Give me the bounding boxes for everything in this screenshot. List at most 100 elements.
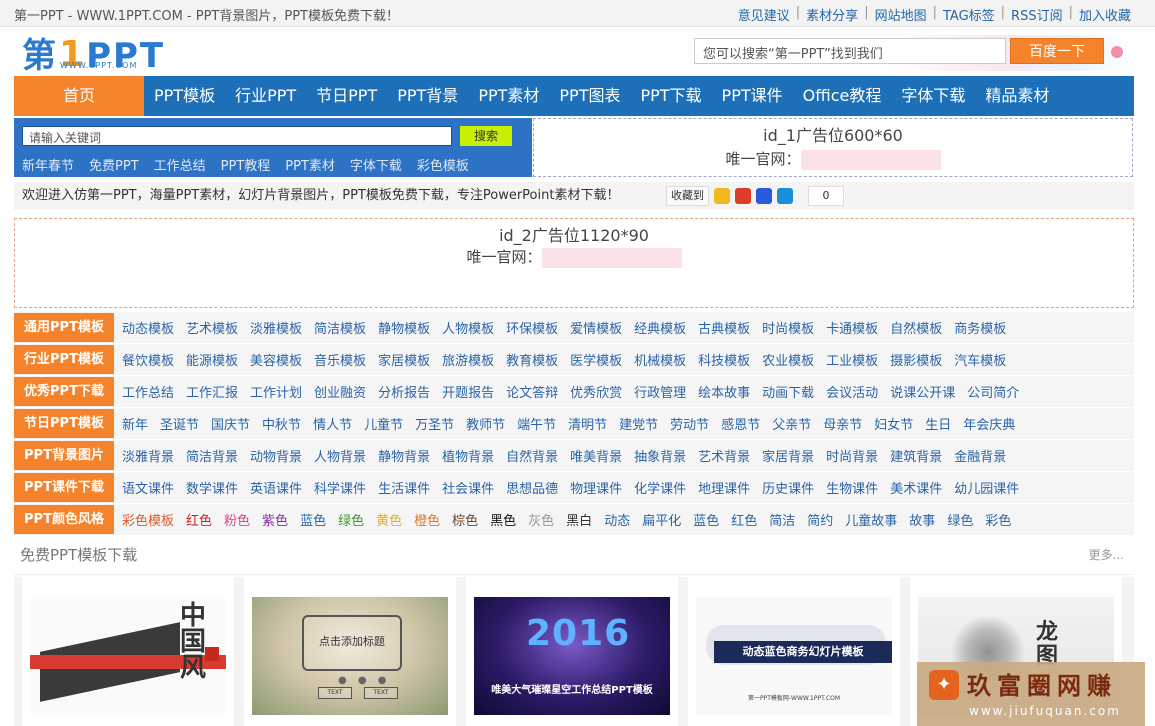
category-link[interactable]: 淡雅模板 <box>250 318 302 337</box>
category-label[interactable]: PPT课件下载 <box>14 473 114 502</box>
category-link[interactable]: 黑白 <box>566 510 592 529</box>
more-link[interactable]: 更多... <box>1089 546 1124 563</box>
category-link[interactable]: 思想品德 <box>506 478 558 497</box>
category-link[interactable]: 艺术背景 <box>698 446 750 465</box>
category-link[interactable]: 自然背景 <box>506 446 558 465</box>
category-link[interactable]: 经典模板 <box>634 318 686 337</box>
category-link[interactable]: 灰色 <box>528 510 554 529</box>
category-link[interactable]: 绿色 <box>338 510 364 529</box>
category-link[interactable]: 母亲节 <box>823 414 862 433</box>
nav-ppt-templates[interactable]: PPT模板 <box>144 76 225 116</box>
category-link[interactable]: 分析报告 <box>378 382 430 401</box>
hot-keyword[interactable]: 免费PPT <box>89 155 139 174</box>
category-link[interactable]: 地理课件 <box>698 478 750 497</box>
category-link[interactable]: 黑色 <box>490 510 516 529</box>
category-link[interactable]: 优秀欣赏 <box>570 382 622 401</box>
category-link[interactable]: 情人节 <box>313 414 352 433</box>
category-link[interactable]: 工作计划 <box>250 382 302 401</box>
category-link[interactable]: 商务模板 <box>954 318 1006 337</box>
category-link[interactable]: 美术课件 <box>890 478 942 497</box>
site-logo[interactable]: 第 1 PPT WWW.1PPT.COM <box>22 31 165 74</box>
category-link[interactable]: 自然模板 <box>890 318 942 337</box>
category-label[interactable]: 节日PPT模板 <box>14 409 114 438</box>
keyword-input[interactable]: 请输入关键词 <box>22 126 452 146</box>
category-link[interactable]: 淡雅背景 <box>122 446 174 465</box>
thumbnail-image[interactable]: 动态蓝色商务幻灯片模板 第一PPT模板网-WWW.1PPT.COM <box>696 597 892 715</box>
category-link[interactable]: 爱情模板 <box>570 318 622 337</box>
category-link[interactable]: 劳动节 <box>670 414 709 433</box>
category-link[interactable]: 论文答辩 <box>506 382 558 401</box>
category-link[interactable]: 生活课件 <box>378 478 430 497</box>
nav-office-tutorial[interactable]: Office教程 <box>793 76 892 116</box>
category-label[interactable]: 通用PPT模板 <box>14 313 114 342</box>
category-link[interactable]: 化学课件 <box>634 478 686 497</box>
nav-ppt-materials[interactable]: PPT素材 <box>468 76 549 116</box>
category-link[interactable]: 农业模板 <box>762 350 814 369</box>
category-link[interactable]: 能源模板 <box>186 350 238 369</box>
category-link[interactable]: 新年 <box>122 414 148 433</box>
category-link[interactable]: 简洁背景 <box>186 446 238 465</box>
category-link[interactable]: 圣诞节 <box>160 414 199 433</box>
category-link[interactable]: 建党节 <box>619 414 658 433</box>
category-link[interactable]: 时尚模板 <box>762 318 814 337</box>
link-tags[interactable]: TAG标签 <box>943 5 995 24</box>
category-link[interactable]: 行政管理 <box>634 382 686 401</box>
category-link[interactable]: 摄影模板 <box>890 350 942 369</box>
category-link[interactable]: 红色 <box>731 510 757 529</box>
category-link[interactable]: 人物模板 <box>442 318 494 337</box>
category-link[interactable]: 会议活动 <box>826 382 878 401</box>
category-link[interactable]: 艺术模板 <box>186 318 238 337</box>
category-link[interactable]: 医学模板 <box>570 350 622 369</box>
category-link[interactable]: 公司简介 <box>967 382 1019 401</box>
category-link[interactable]: 儿童节 <box>364 414 403 433</box>
category-link[interactable]: 静物模板 <box>378 318 430 337</box>
nav-industry-ppt[interactable]: 行业PPT <box>225 76 306 116</box>
category-link[interactable]: 橙色 <box>414 510 440 529</box>
category-link[interactable]: 语文课件 <box>122 478 174 497</box>
category-link[interactable]: 科技模板 <box>698 350 750 369</box>
category-link[interactable]: 金融背景 <box>954 446 1006 465</box>
category-link[interactable]: 物理课件 <box>570 478 622 497</box>
category-link[interactable]: 动物背景 <box>250 446 302 465</box>
category-link[interactable]: 社会课件 <box>442 478 494 497</box>
category-link[interactable]: 中秋节 <box>262 414 301 433</box>
hot-keyword[interactable]: 彩色模板 <box>417 155 469 174</box>
nav-ppt-backgrounds[interactable]: PPT背景 <box>387 76 468 116</box>
category-link[interactable]: 父亲节 <box>772 414 811 433</box>
qq-share-icon[interactable] <box>777 188 793 204</box>
nav-ppt-download[interactable]: PPT下载 <box>630 76 711 116</box>
category-link[interactable]: 抽象背景 <box>634 446 686 465</box>
category-link[interactable]: 绿色 <box>947 510 973 529</box>
hot-keyword[interactable]: PPT教程 <box>221 155 271 174</box>
nav-home[interactable]: 首页 <box>14 76 144 116</box>
category-link[interactable]: 开题报告 <box>442 382 494 401</box>
category-link[interactable]: 彩色 <box>985 510 1011 529</box>
link-feedback[interactable]: 意见建议 <box>738 5 790 24</box>
category-link[interactable]: 彩色模板 <box>122 510 174 529</box>
category-link[interactable]: 卡通模板 <box>826 318 878 337</box>
category-link[interactable]: 简约 <box>807 510 833 529</box>
category-link[interactable]: 植物背景 <box>442 446 494 465</box>
template-card[interactable]: 动态蓝色商务幻灯片模板 第一PPT模板网-WWW.1PPT.COM <box>688 577 900 726</box>
keyword-search-button[interactable]: 搜索 <box>460 126 512 146</box>
category-label[interactable]: PPT背景图片 <box>14 441 114 470</box>
category-link[interactable]: 扁平化 <box>642 510 681 529</box>
nav-premium-materials[interactable]: 精品素材 <box>975 76 1059 116</box>
ad-slot-1[interactable]: id_1广告位600*60 唯一官网： <box>533 118 1133 177</box>
category-link[interactable]: 教师节 <box>466 414 505 433</box>
thumbnail-image[interactable]: 中国风 <box>30 597 226 715</box>
category-link[interactable]: 黄色 <box>376 510 402 529</box>
category-link[interactable]: 简洁 <box>769 510 795 529</box>
category-link[interactable]: 妇女节 <box>874 414 913 433</box>
category-link[interactable]: 科学课件 <box>314 478 366 497</box>
category-link[interactable]: 蓝色 <box>300 510 326 529</box>
category-label[interactable]: 行业PPT模板 <box>14 345 114 374</box>
category-link[interactable]: 工作总结 <box>122 382 174 401</box>
link-favorite[interactable]: 加入收藏 <box>1079 5 1131 24</box>
category-link[interactable]: 工作汇报 <box>186 382 238 401</box>
category-link[interactable]: 环保模板 <box>506 318 558 337</box>
category-link[interactable]: 创业融资 <box>314 382 366 401</box>
category-label[interactable]: PPT颜色风格 <box>14 505 114 534</box>
category-link[interactable]: 时尚背景 <box>826 446 878 465</box>
category-link[interactable]: 紫色 <box>262 510 288 529</box>
